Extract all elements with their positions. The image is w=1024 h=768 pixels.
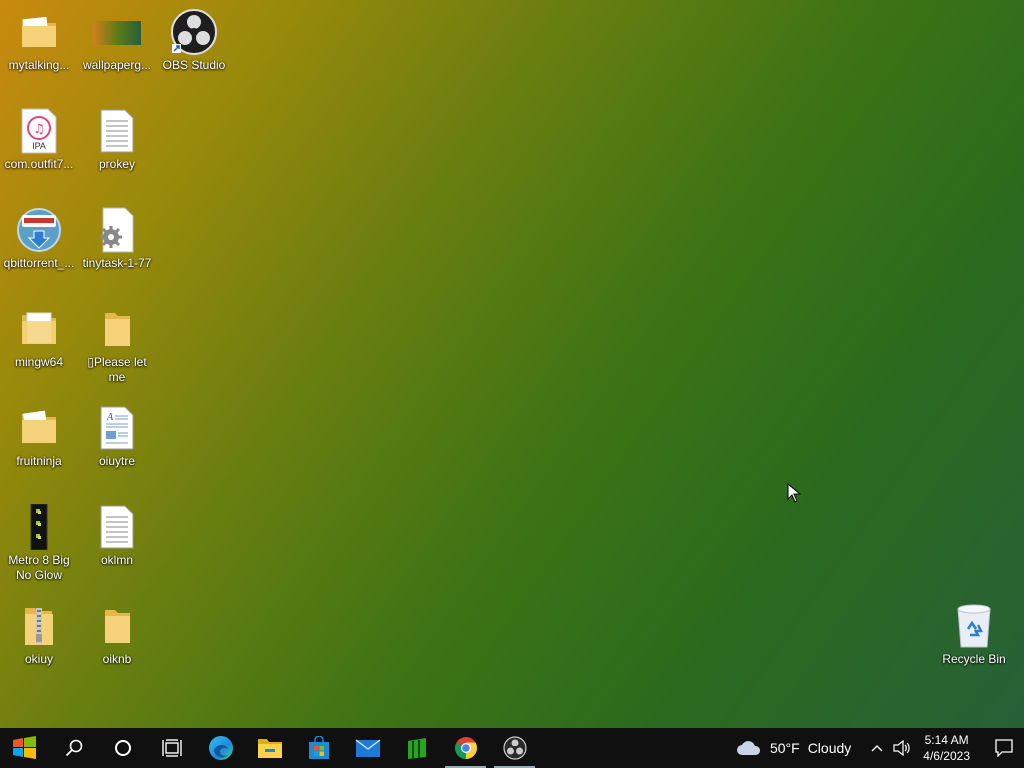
recycle-bin-icon	[950, 602, 998, 650]
taskbar: 50°F Cloudy 5:14 AM 4/6/2023	[0, 728, 1024, 768]
svg-text:♫: ♫	[33, 122, 45, 137]
icon-label: oklmn	[100, 553, 133, 567]
desktop-icon-prokey[interactable]: prokey	[78, 107, 156, 172]
weather-temp: 50°F	[769, 740, 800, 756]
chrome-icon	[454, 737, 477, 759]
clock-date: 4/6/2023	[923, 749, 970, 763]
green-app-icon	[407, 738, 426, 759]
svg-text:A: A	[106, 412, 114, 423]
start-button[interactable]	[0, 728, 49, 768]
icon-label: mytalking...	[8, 58, 70, 72]
desktop-icon-metro-8[interactable]: Metro 8 Big No Glow	[0, 503, 78, 583]
desktop-icon-okiuy[interactable]: okiuy	[0, 602, 78, 667]
taskbar-edge[interactable]	[196, 728, 245, 768]
desktop-icon-tinytask[interactable]: tinytask-1-77	[78, 206, 156, 271]
clock[interactable]: 5:14 AM 4/6/2023	[923, 732, 970, 764]
desktop-icon-fruitninja[interactable]: fruitninja	[0, 404, 78, 469]
desktop-icon-com-outfit7[interactable]: ♫ IPA com.outfit7...	[0, 107, 78, 172]
desktop-icon-obs-studio[interactable]: OBS Studio	[155, 8, 233, 73]
desktop-icon-oklmn[interactable]: oklmn	[78, 503, 156, 568]
taskbar-mail[interactable]	[343, 728, 392, 768]
mouse-cursor-icon	[787, 483, 801, 503]
clock-time: 5:14 AM	[924, 733, 969, 747]
taskbar-microsoft-store[interactable]	[294, 728, 343, 768]
obs-studio-icon	[170, 8, 218, 56]
icon-label: OBS Studio	[162, 58, 226, 72]
folder-icon	[93, 602, 141, 650]
icon-label: com.outfit7...	[4, 157, 74, 171]
desktop-icon-please-let-me[interactable]: ▯Please let me	[78, 305, 156, 385]
zip-folder-icon	[15, 602, 63, 650]
icon-label: tinytask-1-77	[82, 256, 152, 270]
taskbar-obs-studio[interactable]	[490, 728, 539, 768]
desktop-icon-qbittorrent[interactable]: qbittorrent_...	[0, 206, 78, 271]
volume-button[interactable]	[889, 728, 915, 768]
desktop-icon-oiuytre[interactable]: A oiuytre	[78, 404, 156, 469]
chevron-up-icon	[871, 745, 883, 752]
taskbar-file-explorer[interactable]	[245, 728, 294, 768]
icon-label: Metro 8 Big No Glow	[8, 553, 70, 582]
task-view-button[interactable]	[147, 728, 196, 768]
svg-text:IPA: IPA	[32, 141, 46, 151]
edge-icon	[208, 736, 233, 760]
file-explorer-icon	[257, 739, 282, 758]
taskbar-chrome[interactable]	[441, 728, 490, 768]
cortana-button[interactable]	[98, 728, 147, 768]
folder-icon	[15, 305, 63, 353]
folder-icon	[15, 8, 63, 56]
icon-label: okiuy	[24, 652, 53, 666]
desktop-icon-recycle-bin[interactable]: Recycle Bin	[935, 602, 1013, 667]
notification-icon	[995, 739, 1013, 757]
text-file-icon	[93, 503, 141, 551]
show-hidden-icons-button[interactable]	[865, 728, 889, 768]
system-tray: 50°F Cloudy 5:14 AM 4/6/2023	[736, 728, 1024, 768]
image-file-icon	[93, 8, 141, 56]
qbittorrent-installer-icon	[15, 206, 63, 254]
icon-label: Recycle Bin	[942, 652, 1006, 666]
icon-label: oiuytre	[98, 454, 136, 468]
search-button[interactable]	[49, 728, 98, 768]
icon-label: ▯Please let me	[87, 355, 147, 384]
folder-icon	[15, 404, 63, 452]
weather-condition: Cloudy	[807, 740, 852, 756]
desktop: mytalking... wallpaperg... OBS Studio ♫ I…	[0, 0, 1024, 728]
search-icon	[65, 739, 82, 757]
desktop-icon-wallpaperg[interactable]: wallpaperg...	[78, 8, 156, 73]
mail-icon	[355, 739, 380, 757]
desktop-icon-mytalking[interactable]: mytalking...	[0, 8, 78, 73]
ipa-file-icon: ♫ IPA	[15, 107, 63, 155]
document-file-icon: A	[93, 404, 141, 452]
icon-label: oiknb	[102, 652, 132, 666]
taskbar-green-app[interactable]	[392, 728, 441, 768]
speaker-icon	[893, 740, 910, 756]
desktop-icon-mingw64[interactable]: mingw64	[0, 305, 78, 370]
desktop-icon-oiknb[interactable]: oiknb	[78, 602, 156, 667]
settings-file-icon	[93, 206, 141, 254]
cortana-icon	[114, 740, 131, 756]
icon-label: fruitninja	[16, 454, 62, 468]
icon-label: mingw64	[14, 355, 64, 369]
store-icon	[308, 736, 329, 759]
action-center-button[interactable]	[984, 728, 1024, 768]
folder-icon	[93, 305, 141, 353]
text-file-icon	[93, 107, 141, 155]
obs-studio-icon	[502, 736, 527, 760]
weather-widget[interactable]: 50°F Cloudy	[736, 740, 851, 756]
metro-theme-icon	[15, 503, 63, 551]
task-view-icon	[161, 739, 182, 757]
icon-label: wallpaperg...	[82, 58, 152, 72]
windows-logo-icon	[12, 736, 36, 759]
icon-label: qbittorrent_...	[3, 256, 75, 270]
cloud-icon	[736, 741, 760, 755]
icon-label: prokey	[98, 157, 136, 171]
